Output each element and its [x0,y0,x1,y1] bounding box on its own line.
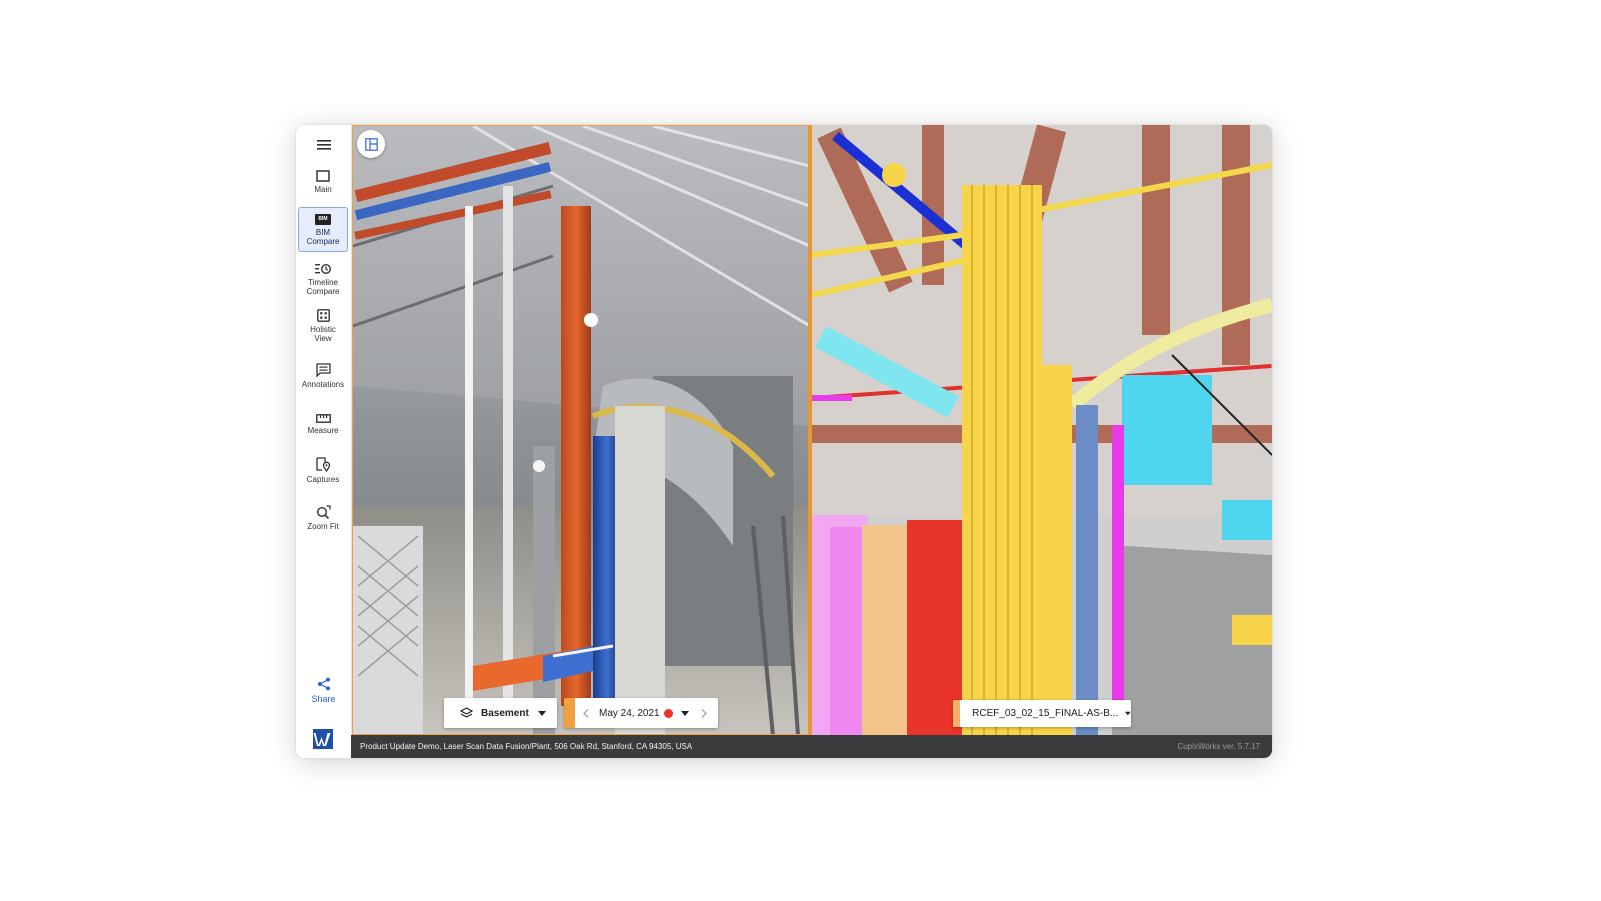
sidebar-item-main[interactable]: Main [298,165,348,199]
ruler-icon [315,413,331,423]
annotation-icon [315,363,331,377]
prev-date-button[interactable] [583,708,589,718]
share-icon [317,677,330,691]
brand-logo-icon [313,729,333,749]
capture-status-icon [663,708,673,718]
layers-icon [460,706,473,718]
bim-scene [812,125,1272,735]
chevron-down-icon[interactable] [680,710,689,716]
bim-accent-stripe [953,700,961,727]
floorplan-icon [364,137,378,151]
chevron-down-icon [537,710,546,716]
sidebar-item-captures[interactable]: Captures [298,452,348,489]
share-label: Share [311,694,336,704]
project-location: Product Update Demo, Laser Scan Data Fus… [360,742,693,751]
bim-model-name: RCEF_03_02_15_FINAL-AS-B... [972,708,1119,719]
sidebar-item-annotations[interactable]: Annotations [298,358,348,394]
timeline-icon [315,263,331,274]
sidebar-item-label: Timeline Compare [306,277,340,296]
floorplan-map-button[interactable] [357,130,385,158]
bim-icon: BIM [315,213,331,225]
chevron-down-icon [1125,711,1131,716]
sidebar-item-measure[interactable]: Measure [298,407,348,441]
bim-model-view[interactable] [812,125,1272,735]
sidebar-item-holistic-view[interactable]: Holistic View [298,306,348,346]
floor-value: Basement [481,707,529,719]
floor-selector[interactable]: Basement [444,698,557,728]
sidebar-item-label: Measure [307,425,339,435]
app-window: Main BIM BIM Compare Timeline Compare Ho… [296,125,1272,758]
capture-360-view[interactable] [352,125,809,735]
sidebar-item-label: BIM Compare [306,227,340,246]
capture-scene [353,126,808,734]
capture-pin-icon [315,457,330,472]
status-bar: Product Update Demo, Laser Scan Data Fus… [351,735,1272,758]
hamburger-menu-icon[interactable] [296,135,351,155]
bim-model-selector[interactable]: RCEF_03_02_15_FINAL-AS-B... [953,700,1131,727]
sidebar-item-label: Holistic View [310,325,336,343]
grid-icon [316,309,330,322]
chevron-right-icon [701,708,707,718]
next-date-button[interactable] [701,708,707,718]
sidebar: Main BIM BIM Compare Timeline Compare Ho… [296,125,352,758]
capture-date: May 24, 2021 [599,707,660,719]
square-icon [316,170,330,182]
app-version: CupixWorks ver. 5.7.17 [1177,742,1260,751]
sidebar-item-label: Main [314,185,332,194]
date-accent-stripe [564,698,575,728]
sidebar-item-zoom-fit[interactable]: Zoom Fit [298,501,348,535]
sidebar-item-bim-compare[interactable]: BIM BIM Compare [298,207,348,252]
capture-date-selector[interactable]: May 24, 2021 [564,698,718,728]
chevron-left-icon [583,708,589,718]
sidebar-item-timeline-compare[interactable]: Timeline Compare [298,259,348,299]
sidebar-item-label: Captures [306,475,340,484]
sidebar-item-label: Zoom Fit [307,522,339,531]
share-button[interactable]: Share [296,677,351,704]
zoom-fit-icon [316,505,331,519]
sidebar-item-label: Annotations [301,380,345,389]
